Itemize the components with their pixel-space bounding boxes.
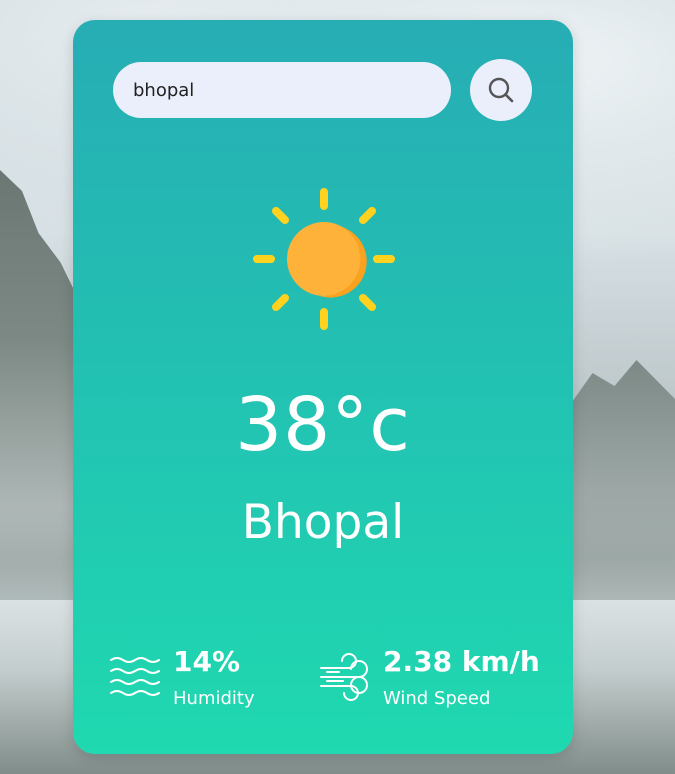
background-trees-right — [565, 360, 675, 620]
sun-icon — [253, 188, 395, 330]
wind-label: Wind Speed — [383, 688, 491, 709]
temperature: 38°c — [235, 382, 411, 468]
search-button[interactable] — [470, 59, 532, 121]
search-input[interactable] — [113, 62, 451, 118]
search-icon — [488, 77, 514, 103]
wind-icon — [320, 653, 368, 701]
weather-card: 38°c Bhopal 14% Humidity 2.38 km/h — [73, 20, 573, 754]
humidity-value: 14% — [173, 645, 241, 678]
humidity-label: Humidity — [173, 688, 255, 709]
city-name: Bhopal — [241, 495, 405, 550]
humidity-icon — [110, 657, 160, 696]
wind-value: 2.38 km/h — [383, 645, 540, 678]
